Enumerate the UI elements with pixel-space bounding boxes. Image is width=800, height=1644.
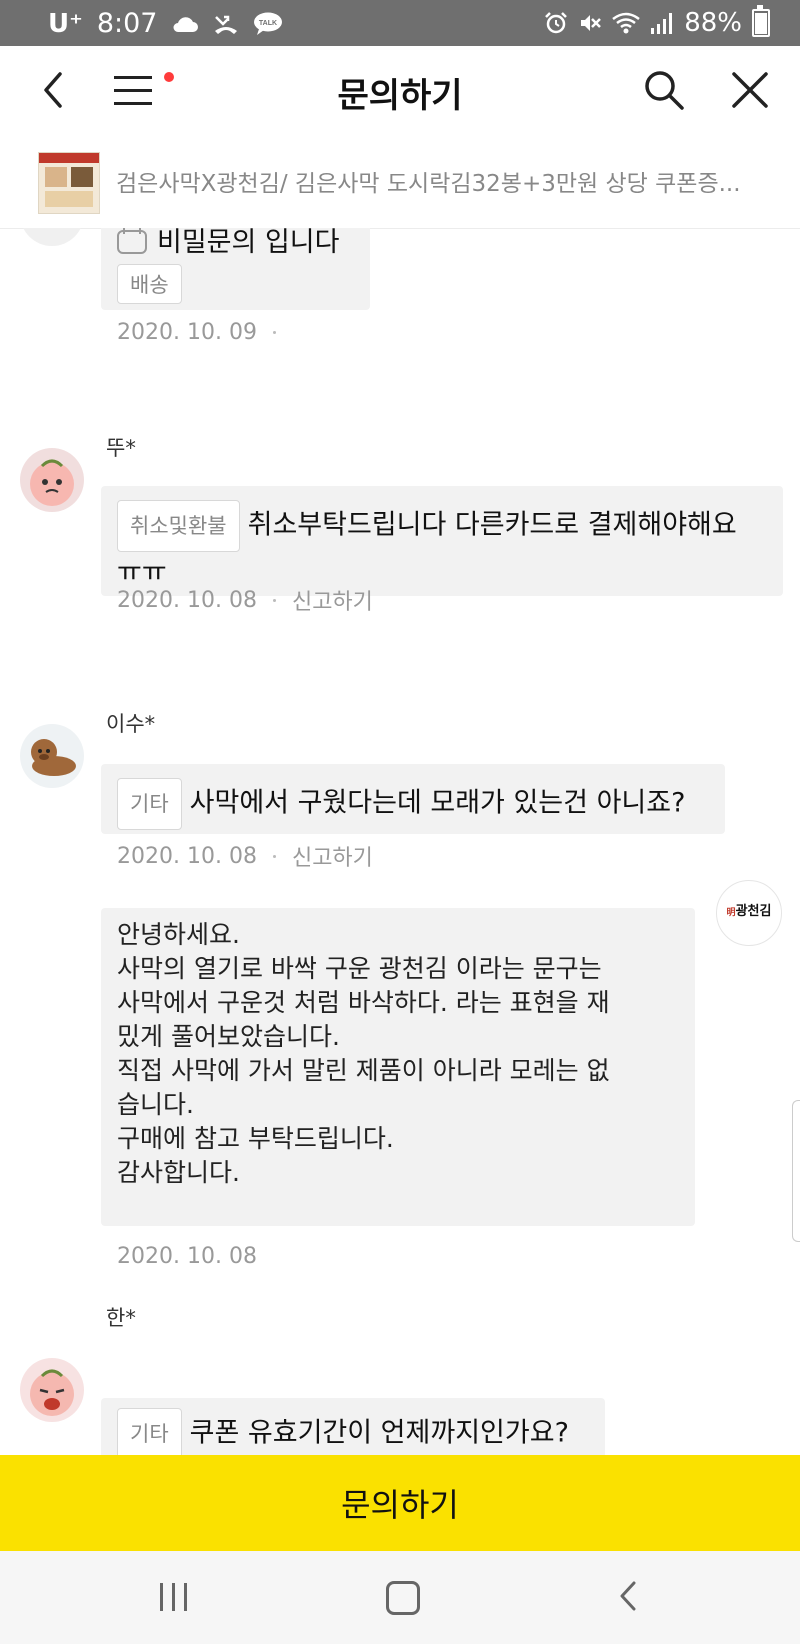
author-name: 뚜* — [106, 436, 136, 460]
battery-icon — [752, 5, 770, 37]
hamburger-menu-icon[interactable] — [114, 72, 174, 112]
answer-meta: 2020. 10. 08 — [117, 1244, 257, 1269]
signal-icon — [650, 12, 674, 34]
avatar — [20, 448, 84, 512]
category-tag: 배송 — [117, 264, 182, 304]
answer-date: 2020. 10. 08 — [117, 1244, 257, 1269]
question-date: 2020. 10. 08 — [117, 587, 257, 613]
system-nav-bar — [0, 1551, 800, 1644]
question-bubble[interactable]: 취소및환불 취소부탁드립니다 다른카드로 결제해야해요 ㅠㅠ — [101, 486, 783, 596]
back-icon[interactable] — [612, 1579, 646, 1613]
ask-question-button[interactable]: 문의하기 — [0, 1455, 800, 1551]
answer-bubble: 안녕하세요. 사막의 열기로 바싹 구운 광천김 이라는 문구는사막에서 구운것 … — [101, 908, 695, 1226]
question-date: 2020. 10. 08 — [117, 843, 257, 869]
answer-line: 구매에 참고 부탁드립니다. — [117, 1124, 394, 1153]
close-icon[interactable] — [726, 66, 774, 114]
question-meta: 2020. 10. 09 — [117, 320, 276, 345]
question-date: 2020. 10. 09 — [117, 320, 257, 345]
question-meta: 2020. 10. 08 신고하기 — [117, 584, 373, 616]
mute-icon — [578, 11, 602, 35]
carrier-label: U⁺ — [48, 8, 83, 39]
report-link[interactable]: 신고하기 — [292, 584, 373, 616]
svg-text:TALK: TALK — [259, 20, 277, 27]
seller-logo-prefix: 明 — [726, 908, 736, 918]
notification-dot — [164, 72, 174, 82]
app-header: 문의하기 — [0, 46, 800, 135]
talk-icon: TALK — [253, 12, 283, 36]
category-tag: 취소및환불 — [117, 500, 240, 552]
wifi-icon — [612, 12, 640, 34]
cloud-icon — [171, 14, 199, 34]
answer-line: 감사합니다. — [117, 1158, 240, 1187]
seller-logo-text: 광천김 — [735, 904, 772, 919]
secret-question-text: 비밀문의 입니다 — [157, 228, 340, 258]
home-icon[interactable] — [386, 1581, 420, 1615]
answer-line: 직접 사막에 가서 말린 제품이 아니라 모레는 없 — [117, 1056, 610, 1085]
product-name: 검은사막X광천김/ 김은사막 도시락김32봉+3만원 상당 쿠폰증... — [116, 171, 741, 197]
answer-line: 사막에서 구운것 처럼 바삭하다. 라는 표현을 재 — [117, 988, 610, 1017]
seller-logo: 明광천김 — [716, 880, 782, 946]
scroll-indicator[interactable] — [792, 1100, 800, 1242]
recent-apps-icon[interactable] — [160, 1583, 190, 1611]
inquiry-list: 비밀문의 입니다 배송 2020. 10. 09 뚜* 취소및환불 취소부탁드립니… — [0, 228, 800, 1455]
category-tag: 기타 — [117, 778, 182, 830]
author-name: 한* — [106, 1306, 136, 1330]
avatar — [20, 228, 84, 246]
alarm-icon — [544, 11, 568, 35]
search-icon[interactable] — [640, 66, 688, 114]
category-tag: 기타 — [117, 1408, 182, 1455]
question-bubble[interactable]: 비밀문의 입니다 배송 — [101, 228, 370, 310]
back-arrow-icon[interactable] — [34, 68, 78, 112]
clock: 8:07 — [96, 8, 158, 39]
author-name: 이수* — [106, 712, 156, 736]
battery-percent: 88% — [684, 8, 742, 38]
question-bubble[interactable]: 기타 사막에서 구웠다는데 모래가 있는건 아니죠? — [101, 764, 725, 834]
report-link[interactable]: 신고하기 — [292, 840, 373, 872]
missed-call-icon — [213, 13, 239, 35]
answer-line: 사막의 열기로 바싹 구운 광천김 이라는 문구는 — [117, 954, 602, 983]
avatar — [20, 1358, 84, 1422]
answer-line: 안녕하세요. — [117, 920, 240, 949]
product-thumbnail — [38, 152, 100, 214]
lock-icon — [117, 228, 147, 254]
question-bubble[interactable]: 기타 쿠폰 유효기간이 언제까지인가요? — [101, 1398, 605, 1455]
status-bar: U⁺ 8:07 TALK 88% — [0, 0, 800, 46]
question-text: 사막에서 구웠다는데 모래가 있는건 아니죠? — [189, 787, 686, 819]
answer-line: 습니다. — [117, 1090, 194, 1119]
answer-text: 안녕하세요. 사막의 열기로 바싹 구운 광천김 이라는 문구는사막에서 구운것 … — [117, 918, 687, 1190]
question-meta: 2020. 10. 08 신고하기 — [117, 840, 373, 872]
avatar — [20, 724, 84, 788]
question-text: 쿠폰 유효기간이 언제까지인가요? — [189, 1417, 569, 1449]
product-summary[interactable]: 검은사막X광천김/ 김은사막 도시락김32봉+3만원 상당 쿠폰증... — [0, 134, 800, 229]
answer-line: 밌게 풀어보았습니다. — [117, 1022, 340, 1051]
